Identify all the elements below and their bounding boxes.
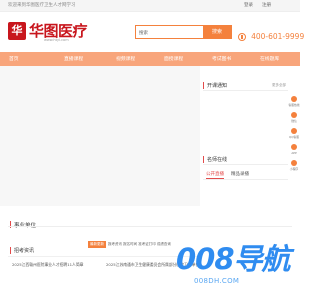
unit-section-header: 事业单位 [10,214,36,233]
news-item[interactable]: 2025江西赣州医院事业人才招聘11人简章 [12,262,104,268]
side-tool-label: 客服热线 [288,103,300,107]
side-tool-hotline[interactable]: 客服热线 [288,96,300,110]
nav-item-question-bank[interactable]: 在线题库 [260,55,279,62]
miniprogram-icon [291,160,297,166]
watermark-url: 008DH.COM [194,277,240,285]
side-tool-label: 小程序 [289,167,299,171]
divider [8,226,292,227]
section-marker [203,156,204,163]
nav-item-classroom-courses[interactable]: 面授课程 [164,55,183,62]
search-box: 搜索 [135,25,232,39]
site-logo[interactable]: 华 华图医疗 www.htyl.com [8,20,88,44]
tab-premium-recorded[interactable]: 精品录播 [231,171,249,177]
phone-icon [238,32,246,41]
search-button[interactable]: 搜索 [203,26,231,38]
side-tool-wechat[interactable]: 微信 [288,112,300,126]
side-tool-miniprogram[interactable]: 小程序 [288,160,300,174]
tab-public-live[interactable]: 公开直播 [206,171,224,179]
floating-toolbar: 客服热线 微信 QQ客服 APP 小程序 [288,96,300,176]
qq-icon [291,128,297,134]
app-icon [291,144,297,150]
top-bar: 欢迎来到华图医疗卫生人才网学习 登录 注册 [0,0,300,12]
welcome-text: 欢迎来到华图医疗卫生人才网学习 [8,3,76,8]
section-marker [10,247,11,254]
logo-mark: 华 [8,22,26,40]
notice-panel-header: 开课通知 更多全部 [203,81,288,91]
side-tool-label: APP [291,151,297,155]
teachers-title: 名师在线 [207,157,228,163]
exam-tag-badge[interactable]: 最新更新 [88,241,106,248]
side-tool-app[interactable]: APP [288,144,300,158]
exam-title: 招考资讯 [14,248,35,254]
side-tool-label: QQ客服 [289,135,299,139]
notice-title: 开课通知 [207,83,228,89]
section-marker [203,82,204,89]
login-link[interactable]: 登录 [244,2,253,8]
side-tool-qq[interactable]: QQ客服 [288,128,300,142]
hotline-icon [291,96,297,102]
watermark: 008导航 008DH.COM [176,236,300,300]
divider [8,256,198,257]
hotline-number: 400-601-9999 [251,32,305,41]
hotline: 400-601-9999 [238,26,304,45]
nav-item-home[interactable]: 首页 [9,55,19,62]
teachers-panel-header: 名师在线 [203,155,288,165]
nav-item-video-courses[interactable]: 视频课程 [116,55,135,62]
notice-more-link[interactable]: 更多全部 [272,83,286,88]
banner-area [0,66,200,206]
wechat-icon [291,112,297,118]
watermark-logo: 008导航 [176,242,291,276]
teachers-tabs: 公开直播 精品录播 [203,170,288,180]
register-link[interactable]: 注册 [262,2,271,8]
search-input[interactable] [139,29,199,36]
nav-item-live-courses[interactable]: 直播课程 [64,55,83,62]
side-tool-label: 微信 [291,119,297,123]
main-nav: 首页 直播课程 视频课程 面授课程 考试图书 在线题库 [0,52,300,66]
nav-item-exam-books[interactable]: 考试图书 [212,55,231,62]
logo-url: www.htyl.com [44,38,69,42]
